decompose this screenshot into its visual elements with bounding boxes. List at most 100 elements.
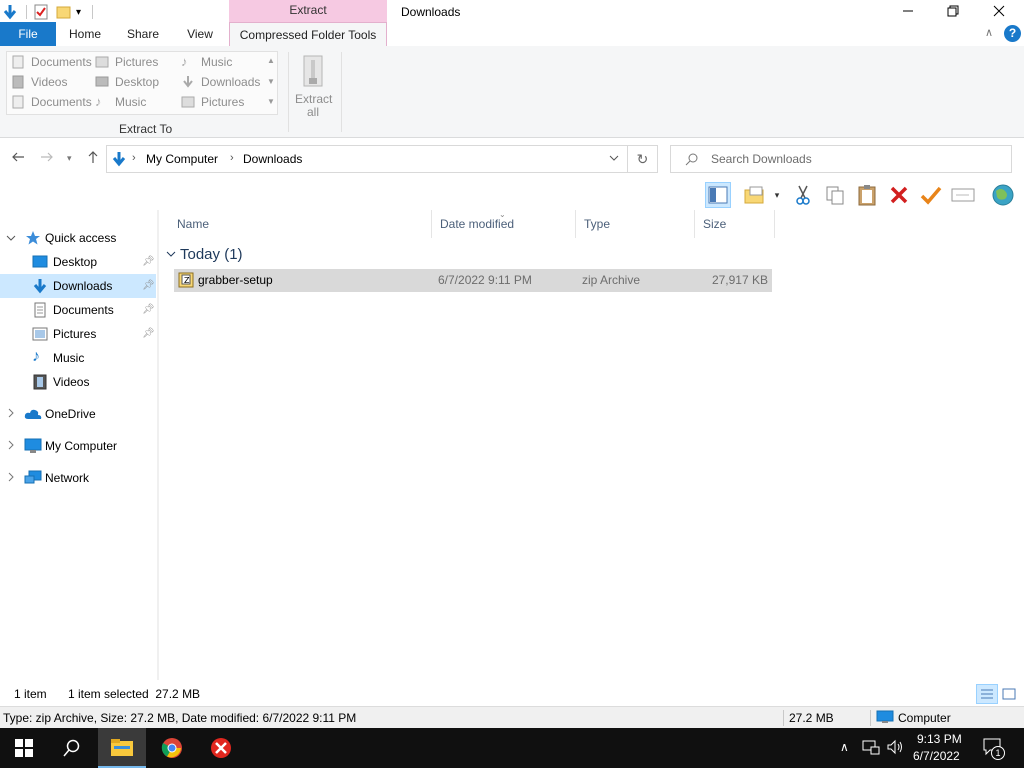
collapse-ribbon-icon[interactable]: ∧ (985, 26, 993, 39)
taskbar-chrome[interactable] (148, 728, 196, 768)
address-bar[interactable]: › My Computer › Downloads (106, 145, 628, 173)
column-header-name[interactable]: Name (169, 210, 432, 238)
gallery-item[interactable]: Videos (11, 73, 67, 91)
file-row[interactable]: Z grabber-setup 6/7/2022 9:11 PM zip Arc… (174, 269, 772, 292)
qat-down-arrow-icon[interactable] (2, 2, 18, 22)
delete-icon[interactable] (886, 182, 912, 208)
gallery-item-label: Desktop (115, 75, 160, 89)
gallery-item[interactable]: Downloads (181, 73, 260, 91)
globe-icon[interactable] (990, 182, 1016, 208)
column-header-type[interactable]: Type (576, 210, 695, 238)
nav-item-downloads[interactable]: Downloads 📌︎ (0, 274, 156, 298)
up-button[interactable] (86, 150, 100, 167)
collapsed-chevron-icon[interactable] (6, 472, 16, 485)
nav-onedrive[interactable]: OneDrive (0, 402, 156, 426)
tray-overflow-icon[interactable]: ∧ (840, 740, 849, 754)
nav-my-computer[interactable]: My Computer (0, 434, 156, 458)
extract-all-button[interactable]: Extract all (295, 54, 332, 119)
nav-label: Pictures (53, 327, 97, 341)
gallery-item[interactable]: Pictures (181, 93, 244, 111)
nav-item-documents[interactable]: Documents 📌︎ (0, 298, 156, 322)
tab-view[interactable]: View (178, 22, 222, 46)
nav-item-desktop[interactable]: Desktop 📌︎ (0, 250, 156, 274)
search-field[interactable]: Search Downloads (670, 145, 1012, 173)
nav-label: My Computer (45, 439, 118, 453)
rename-icon[interactable] (950, 182, 976, 208)
nav-item-pictures[interactable]: Pictures 📌︎ (0, 322, 156, 346)
help-icon[interactable]: ? (1004, 25, 1021, 42)
taskbar-app[interactable] (197, 728, 245, 768)
gallery-more-icon[interactable]: ▼ (265, 97, 277, 106)
forward-button[interactable] (40, 150, 54, 167)
checkmark-icon[interactable] (918, 182, 944, 208)
expanded-chevron-icon[interactable] (6, 233, 16, 246)
large-icons-view-icon[interactable] (1000, 686, 1018, 702)
gallery-item[interactable]: ♪ Music (95, 93, 146, 111)
gallery-item[interactable]: Pictures (95, 53, 158, 71)
nav-item-music[interactable]: ♪ Music (0, 346, 156, 370)
new-folder-icon[interactable] (56, 2, 72, 22)
breadcrumb-downloads[interactable]: Downloads (243, 152, 302, 166)
tab-file[interactable]: File (0, 22, 56, 46)
collapsed-chevron-icon[interactable] (6, 440, 16, 453)
status-bar: 1 item 1 item selected 27.2 MB (0, 682, 1024, 706)
recent-locations-icon[interactable]: ▾ (67, 153, 72, 164)
restore-button[interactable] (930, 0, 976, 22)
new-folder-dropdown-icon[interactable]: ▾ (770, 182, 784, 208)
pin-icon[interactable]: 📌︎ (142, 328, 155, 339)
gallery-scroll-up-icon[interactable]: ▲ (265, 56, 277, 65)
back-button[interactable] (11, 150, 25, 167)
gallery-item-label: Documents (31, 55, 92, 69)
pin-icon[interactable]: 📌︎ (142, 304, 155, 315)
group-collapse-icon[interactable] (166, 246, 176, 263)
group-header[interactable]: Today (1) (166, 246, 243, 263)
breadcrumb-chevron-icon[interactable]: › (132, 152, 136, 164)
title-bar: ▾ Extract Downloads (0, 0, 1024, 24)
close-button[interactable] (976, 0, 1022, 22)
network-icon[interactable] (862, 739, 880, 758)
nav-quick-access[interactable]: Quick access (0, 226, 156, 250)
column-headers: Name Date modified ⌄ Type Size (160, 210, 1024, 238)
gallery-item[interactable]: Documents (11, 53, 92, 71)
taskbar-file-explorer[interactable] (98, 728, 146, 768)
clock-date[interactable]: 6/7/2022 (913, 749, 960, 763)
tab-share[interactable]: Share (120, 22, 166, 46)
gallery-item[interactable]: ♪ Music (181, 53, 232, 71)
details-view-icon[interactable] (976, 684, 998, 704)
collapsed-chevron-icon[interactable] (6, 408, 16, 421)
paste-icon[interactable] (854, 182, 880, 208)
nav-item-videos[interactable]: Videos (0, 370, 156, 394)
breadcrumb-chevron-icon[interactable]: › (230, 152, 234, 164)
cut-icon[interactable] (790, 182, 816, 208)
documents-icon (11, 95, 25, 109)
gallery-item[interactable]: Documents (11, 93, 92, 111)
properties-icon[interactable] (33, 2, 49, 22)
qat-dropdown-icon[interactable]: ▾ (76, 2, 81, 22)
clock-time[interactable]: 9:13 PM (917, 732, 962, 746)
gallery-item[interactable]: Desktop (95, 73, 159, 91)
search-button[interactable] (48, 728, 96, 768)
column-header-size[interactable]: Size (695, 210, 775, 238)
nav-network[interactable]: Network (0, 466, 156, 490)
search-icon (63, 739, 80, 757)
nav-pane-divider[interactable] (157, 210, 159, 680)
cloud-icon (24, 406, 42, 422)
copy-icon[interactable] (822, 182, 848, 208)
preview-pane-icon[interactable] (705, 182, 731, 208)
start-button[interactable] (0, 728, 48, 768)
breadcrumb-my-computer[interactable]: My Computer (146, 152, 218, 166)
volume-icon[interactable] (886, 738, 904, 759)
tab-compressed-folder-tools[interactable]: Compressed Folder Tools (229, 22, 387, 47)
pin-icon[interactable]: 📌︎ (142, 256, 155, 267)
computer-icon (876, 710, 894, 727)
minimize-button[interactable] (885, 0, 931, 22)
refresh-button[interactable]: ↻ (628, 145, 658, 173)
tab-home[interactable]: Home (60, 22, 110, 46)
documents-icon (11, 55, 25, 69)
star-icon (25, 230, 41, 246)
address-dropdown-icon[interactable] (609, 152, 619, 166)
new-folder-icon[interactable] (742, 182, 768, 208)
gallery-scroll-down-icon[interactable]: ▼ (265, 77, 277, 86)
pin-icon[interactable]: 📌︎ (142, 280, 155, 291)
file-name[interactable]: grabber-setup (198, 269, 273, 292)
